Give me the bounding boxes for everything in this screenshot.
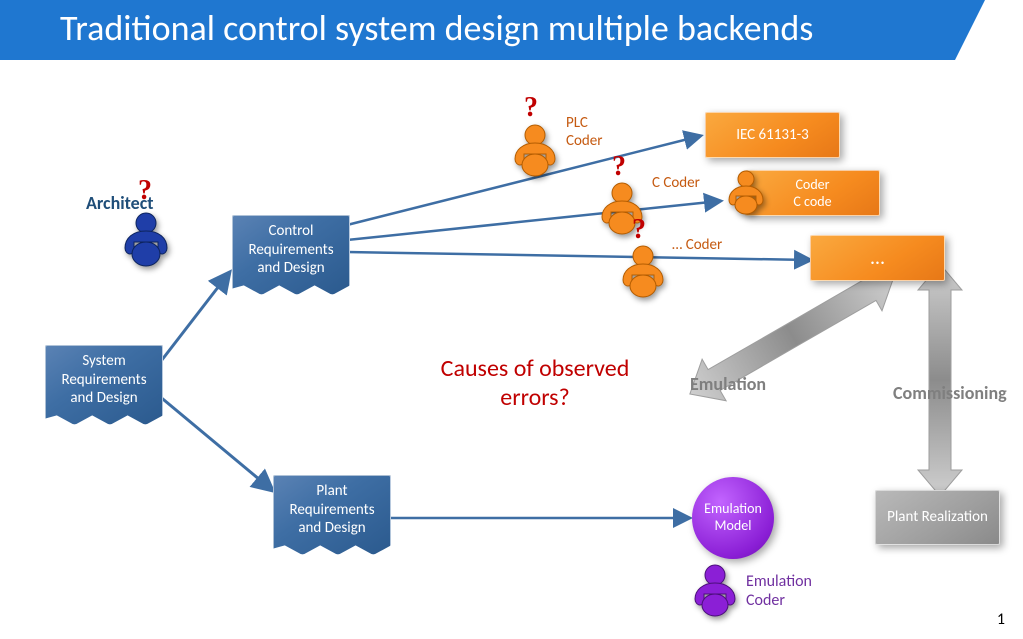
arrow-sys-to-control xyxy=(0,0,1023,639)
circle-emulation-model-text: Emulation Model xyxy=(692,501,774,535)
box-system-req-text: System Requirements and Design xyxy=(54,352,154,408)
person-other-coder-icon xyxy=(616,244,670,305)
label-architect: Architect xyxy=(86,192,154,214)
label-emulation-coder: Emulation Coder xyxy=(746,572,836,610)
box-plant-real: Plant Realization xyxy=(875,490,1000,545)
box-coder-top-text: Coder xyxy=(795,176,829,194)
label-other-coder: … Coder xyxy=(672,236,732,254)
arrow-plant-to-emu xyxy=(0,0,1023,639)
person-plc-coder-icon xyxy=(508,123,562,184)
qmark-other: ? xyxy=(632,214,646,246)
arrow-control-to-iec xyxy=(0,0,1023,639)
slide-title: Traditional control system design multip… xyxy=(60,6,813,50)
label-commissioning: Commissioning xyxy=(893,382,1007,404)
box-ellipsis: … xyxy=(810,235,945,281)
person-extra-coder-icon xyxy=(723,169,769,222)
label-emulation: Emulation xyxy=(690,373,766,395)
box-system-req: System Requirements and Design xyxy=(45,345,163,425)
title-bar: Traditional control system design multip… xyxy=(0,0,1023,60)
person-emulation-coder-icon xyxy=(688,563,742,624)
box-control-req: Control Requirements and Design xyxy=(232,215,350,295)
label-c-coder: C Coder xyxy=(652,174,712,192)
box-ellipsis-text: … xyxy=(871,246,885,271)
qmark-plc: ? xyxy=(524,92,538,124)
arrow-control-to-ccode xyxy=(0,0,1023,639)
arrow-sys-to-plant xyxy=(0,0,1023,639)
box-control-req-text: Control Requirements and Design xyxy=(241,222,341,278)
title-part2: multiple backends xyxy=(548,6,814,50)
qmark-c: ? xyxy=(612,151,626,183)
box-iec: IEC 61131-3 xyxy=(705,112,840,158)
label-causes: Causes of observed errors? xyxy=(410,355,660,413)
label-plc-coder: PLC Coder xyxy=(566,114,626,150)
person-architect-icon xyxy=(118,210,174,273)
slide: Traditional control system design multip… xyxy=(0,0,1023,639)
arrow-emulation xyxy=(0,0,1023,639)
box-plant-real-text: Plant Realization xyxy=(887,508,988,527)
arrow-commissioning xyxy=(0,0,1023,639)
page-number: 1 xyxy=(997,610,1005,629)
box-iec-text: IEC 61131-3 xyxy=(736,126,809,145)
box-plant-req: Plant Requirements and Design xyxy=(273,475,391,555)
arrow-control-to-other xyxy=(0,0,1023,639)
title-part1: Traditional control system design xyxy=(60,6,548,50)
box-ccode-text: C code xyxy=(793,193,831,211)
circle-emulation-model: Emulation Model xyxy=(692,477,774,559)
box-plant-req-text: Plant Requirements and Design xyxy=(282,482,382,538)
